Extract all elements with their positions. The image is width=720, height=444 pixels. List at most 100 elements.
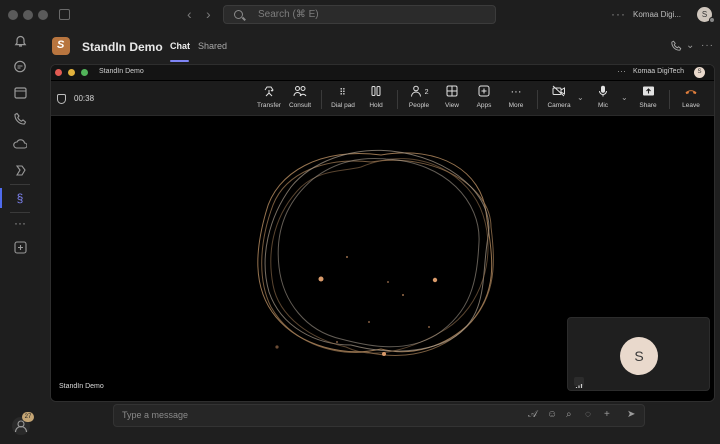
people-count: 2 (424, 89, 429, 96)
copilot-icon[interactable] (13, 164, 27, 178)
camera-options-chevron-icon[interactable]: ⌄ (577, 93, 584, 102)
mic-options-chevron-icon[interactable]: ⌄ (621, 93, 628, 102)
call-user-avatar[interactable]: S (694, 67, 705, 78)
onedrive-cloud-icon[interactable] (13, 138, 28, 152)
apps-icon (469, 85, 499, 100)
camera-off-icon (544, 85, 574, 100)
call-options-chevron-icon[interactable]: ⌄ (686, 40, 694, 51)
zoom-window-button[interactable] (38, 10, 48, 20)
camera-label: Camera (547, 102, 571, 109)
toolbar-divider (321, 90, 322, 109)
call-toolbar: 00:38 Transfer Consult ⠿ Dial pad Hold 2… (51, 81, 714, 116)
consult-icon (285, 85, 315, 100)
call-minimize-button[interactable] (68, 69, 75, 76)
add-actions-icon[interactable]: + (604, 409, 610, 420)
apps-button[interactable]: Apps (469, 85, 499, 113)
minimize-window-button[interactable] (23, 10, 33, 20)
camera-button[interactable]: Camera (544, 85, 574, 113)
people-button[interactable]: 2 People (404, 85, 434, 113)
standin-app-icon[interactable]: § (13, 191, 27, 205)
calendar-icon[interactable] (13, 86, 27, 100)
consult-button[interactable]: Consult (285, 85, 315, 113)
chat-more-icon[interactable]: ··· (701, 40, 714, 51)
calls-icon[interactable] (13, 112, 27, 126)
transfer-label: Transfer (257, 102, 281, 109)
chat-icon[interactable] (13, 60, 27, 74)
sidebar-toggle-icon[interactable] (59, 9, 70, 20)
message-compose-input[interactable]: Type a message 𝒜 ☺ ⌕ ◌ + ➤ (113, 404, 645, 427)
forward-arrow-icon[interactable]: › (206, 6, 211, 22)
call-org-name: Komaa DigiTech (633, 68, 684, 75)
hold-icon (361, 85, 391, 100)
notification-badge: 27 (22, 412, 34, 422)
leave-label: Leave (682, 102, 700, 109)
mic-label: Mic (597, 102, 609, 109)
people-icon: 2 (404, 85, 434, 100)
close-window-button[interactable] (8, 10, 18, 20)
transfer-icon (254, 85, 284, 100)
mic-icon (588, 85, 618, 100)
transfer-button[interactable]: Transfer (254, 85, 284, 113)
call-window: StandIn Demo ··· Komaa DigiTech S 00:38 … (50, 64, 715, 402)
more-icon: ··· (510, 86, 522, 98)
shield-icon (57, 94, 66, 104)
search-input[interactable]: Search (⌘ E) (223, 5, 496, 24)
call-more-icon[interactable]: ··· (617, 66, 626, 76)
standin-logo (52, 37, 70, 55)
toolbar-divider (397, 90, 398, 109)
share-icon (633, 85, 663, 100)
search-placeholder: Search (⌘ E) (258, 9, 319, 20)
activity-bell-icon[interactable] (13, 34, 27, 48)
call-duration: 00:38 (74, 94, 95, 103)
call-window-title: StandIn Demo (99, 68, 144, 75)
dialpad-button[interactable]: ⠿ Dial pad (328, 85, 358, 113)
toolbar-divider (669, 90, 670, 109)
active-app-indicator (0, 188, 2, 208)
rail-divider (10, 212, 30, 213)
self-video-tile[interactable]: S (567, 317, 710, 391)
dialpad-label: Dial pad (331, 102, 355, 109)
add-app-icon[interactable] (13, 241, 27, 255)
leave-button[interactable]: Leave (676, 85, 706, 113)
presence-status-icon (709, 17, 715, 23)
toolbar-divider (537, 90, 538, 109)
view-button[interactable]: View (437, 85, 467, 113)
stage-caption: StandIn Demo (59, 383, 104, 390)
more-button[interactable]: ··· More (501, 85, 531, 113)
view-label: View (445, 102, 459, 109)
app-rail: § ··· 27 (0, 30, 40, 444)
leave-icon (676, 85, 706, 100)
back-arrow-icon[interactable]: ‹ (187, 6, 192, 22)
tab-shared[interactable]: Shared (198, 41, 227, 51)
tab-chat[interactable]: Chat (170, 41, 190, 51)
more-options-icon[interactable]: ··· (611, 7, 626, 21)
mic-button[interactable]: Mic (588, 85, 618, 113)
send-icon[interactable]: ➤ (627, 409, 635, 420)
signal-strength-icon (574, 377, 584, 388)
share-button[interactable]: Share (633, 85, 663, 113)
call-phone-icon[interactable] (671, 40, 682, 54)
people-label: People (408, 102, 430, 109)
hold-button[interactable]: Hold (361, 85, 391, 113)
org-name: Komaa Digi... (633, 10, 682, 19)
self-avatar: S (620, 337, 658, 375)
call-zoom-button[interactable] (81, 69, 88, 76)
share-label: Share (639, 102, 657, 109)
compose-placeholder: Type a message (122, 410, 189, 420)
dialpad-icon: ⠿ (339, 87, 347, 97)
hold-label: Hold (369, 102, 383, 109)
active-tab-indicator (170, 60, 189, 62)
search-icon (234, 10, 243, 19)
attach-icon[interactable]: ⌕ (566, 409, 572, 420)
more-label: More (508, 102, 524, 109)
loop-icon[interactable]: ◌ (585, 409, 591, 420)
emoji-icon[interactable]: ☺ (547, 409, 557, 420)
format-text-icon[interactable]: 𝒜 (528, 409, 537, 420)
chat-title: StandIn Demo (82, 40, 163, 54)
more-apps-icon[interactable]: ··· (13, 216, 27, 230)
call-close-button[interactable] (55, 69, 62, 76)
title-bar: ‹ › Search (⌘ E) ··· Komaa Digi... S (0, 0, 720, 30)
view-icon (437, 85, 467, 100)
apps-label: Apps (476, 102, 492, 109)
call-window-titlebar: StandIn Demo ··· Komaa DigiTech S (51, 65, 714, 80)
